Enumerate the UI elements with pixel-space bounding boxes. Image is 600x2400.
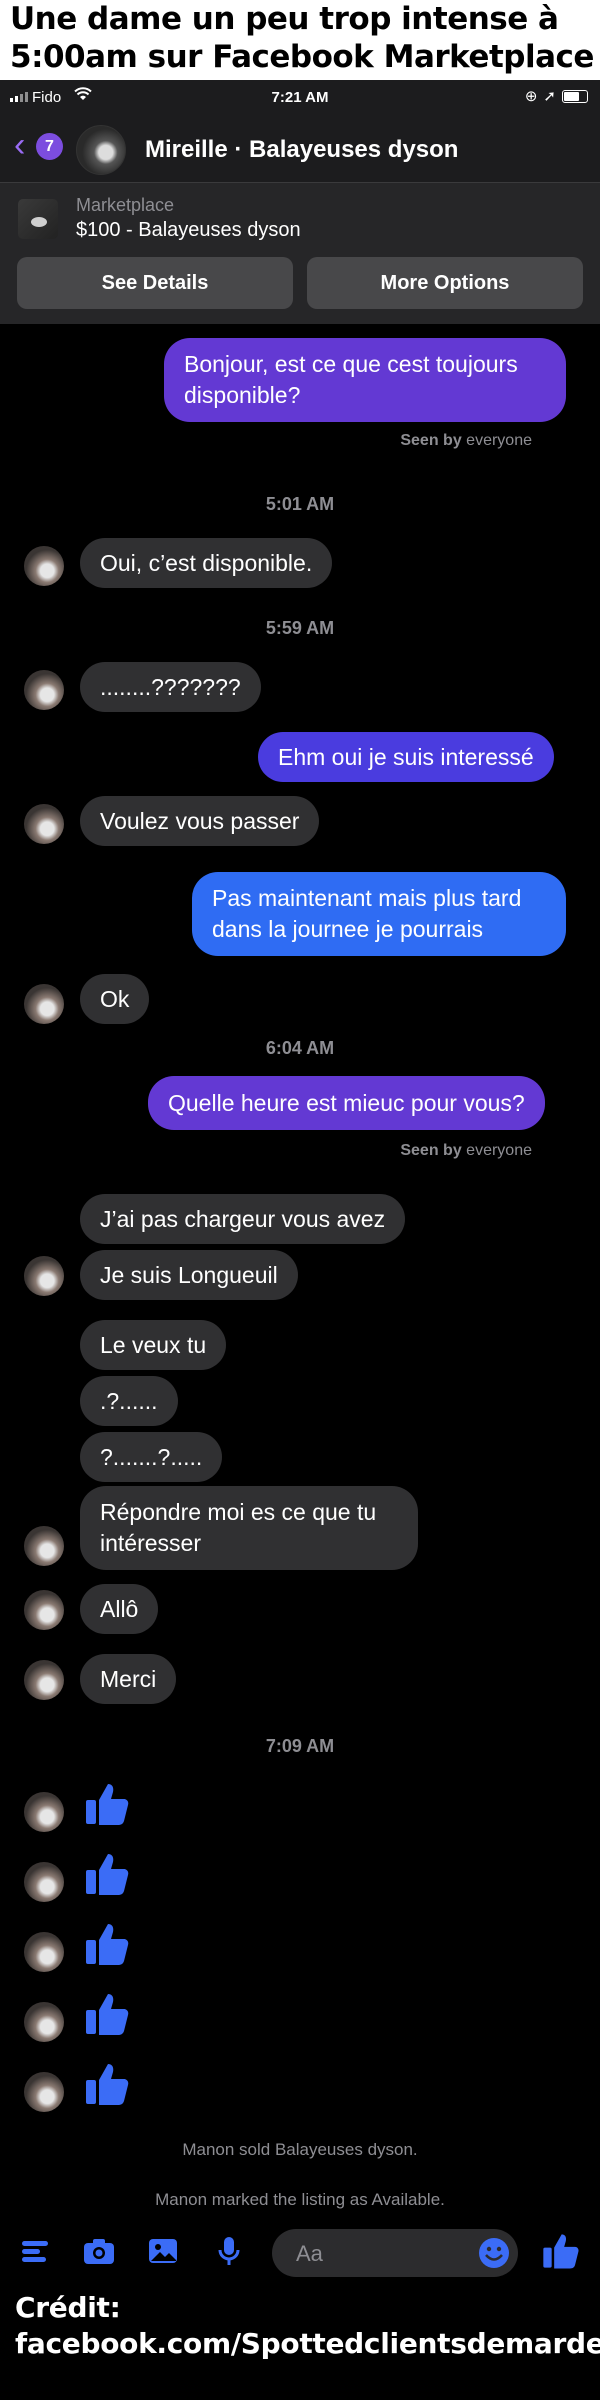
emoji-icon[interactable] — [478, 2237, 510, 2269]
thumbs-up-icon[interactable] — [82, 1850, 130, 1898]
caption-line-1: Une dame un peu trop intense à — [10, 1, 559, 37]
thumbs-up-icon[interactable] — [82, 1780, 130, 1828]
timestamp: 5:59 AM — [265, 618, 335, 638]
contact-avatar-small[interactable] — [24, 1660, 64, 1700]
system-notice-available: Manon marked the listing as Available. — [155, 2190, 445, 2209]
camera-icon[interactable] — [82, 2234, 116, 2268]
message-incoming[interactable]: Voulez vous passer — [80, 796, 320, 846]
microphone-icon[interactable] — [212, 2234, 246, 2268]
message-outgoing[interactable]: Bonjour, est ce que cest toujours dispon… — [164, 338, 566, 422]
contact-avatar[interactable] — [76, 125, 126, 175]
contact-avatar-small[interactable] — [24, 546, 64, 586]
unread-badge[interactable]: 7 — [36, 133, 63, 160]
seen-receipt: Seen by everyone — [400, 432, 532, 449]
credit-caption: Crédit: facebook.com/Spottedclientsdemar… — [0, 2280, 600, 2400]
message-outgoing[interactable]: Quelle heure est mieuc pour vous? — [148, 1076, 545, 1130]
conversation-header: ‹ 7 Mireille · Balayeuses dyson — [0, 116, 600, 182]
thumbs-up-icon[interactable] — [82, 2060, 130, 2108]
credit-label: Crédit: — [15, 2291, 121, 2324]
more-options-button[interactable]: More Options — [307, 257, 583, 309]
contact-avatar-small[interactable] — [24, 1862, 64, 1902]
message-outgoing[interactable]: Pas maintenant mais plus tard dans la jo… — [192, 872, 566, 956]
listing-price-title: $100 - Balayeuses dyson — [76, 219, 301, 241]
system-notice-sold: Manon sold Balayeuses dyson. — [182, 2140, 418, 2159]
contact-avatar-small[interactable] — [24, 2072, 64, 2112]
message-input[interactable]: Aa — [272, 2229, 518, 2277]
contact-avatar-small[interactable] — [24, 1526, 64, 1566]
lock-rotation-icon: ⊕ — [524, 88, 538, 105]
messenger-screen: Fido 7:21 AM ⊕ ➚ ‹ 7 Mireille · Balayeus… — [0, 80, 600, 2280]
contact-avatar-small[interactable] — [24, 1590, 64, 1630]
credit-source: facebook.com/Spottedclientsdemarde — [15, 2327, 600, 2360]
timestamp: 5:01 AM — [265, 494, 335, 514]
location-icon: ➚ — [543, 88, 556, 105]
photo-icon[interactable] — [146, 2234, 180, 2268]
contact-avatar-small[interactable] — [24, 1792, 64, 1832]
timestamp: 6:04 AM — [265, 1038, 335, 1058]
contact-avatar-small[interactable] — [24, 1256, 64, 1296]
message-incoming[interactable]: ?.......?..... — [80, 1432, 223, 1482]
marketplace-listing-card: Marketplace $100 - Balayeuses dyson See … — [0, 182, 600, 324]
conversation-title[interactable]: Mireille · Balayeuses dyson — [145, 136, 458, 164]
contact-avatar-small[interactable] — [24, 804, 64, 844]
status-time: 7:21 AM — [271, 89, 329, 106]
status-bar: Fido 7:21 AM ⊕ ➚ — [0, 80, 600, 116]
contact-avatar-small[interactable] — [24, 1932, 64, 1972]
message-incoming[interactable]: Ok — [80, 974, 150, 1024]
message-incoming[interactable]: Je suis Longueuil — [80, 1250, 298, 1300]
message-incoming[interactable]: Oui, c’est disponible. — [80, 538, 333, 588]
contact-avatar-small[interactable] — [24, 984, 64, 1024]
thumbs-up-icon[interactable] — [82, 1920, 130, 1968]
message-incoming[interactable]: Le veux tu — [80, 1320, 227, 1370]
message-composer: Aa — [0, 2220, 600, 2280]
menu-icon[interactable] — [20, 2234, 54, 2268]
back-chevron-icon[interactable]: ‹ — [14, 128, 25, 162]
message-incoming[interactable]: J’ai pas chargeur vous avez — [80, 1194, 406, 1244]
listing-source: Marketplace — [76, 195, 175, 215]
battery-icon — [562, 89, 588, 103]
message-incoming[interactable]: Répondre moi es ce que tu intéresser — [80, 1486, 418, 1570]
message-incoming[interactable]: Merci — [80, 1654, 177, 1704]
contact-avatar-small[interactable] — [24, 670, 64, 710]
message-incoming[interactable]: ........??????? — [80, 662, 261, 712]
message-input-placeholder: Aa — [296, 2241, 323, 2266]
seen-receipt: Seen by everyone — [400, 1142, 532, 1159]
see-details-button[interactable]: See Details — [17, 257, 293, 309]
contact-avatar-small[interactable] — [24, 2002, 64, 2042]
listing-thumbnail[interactable] — [18, 199, 58, 239]
like-button-icon[interactable] — [540, 2231, 580, 2271]
status-right: ⊕ ➚ — [525, 87, 588, 105]
message-incoming[interactable]: Allô — [80, 1584, 159, 1634]
caption-line-2: 5:00am sur Facebook Marketplace — [10, 39, 594, 75]
message-outgoing[interactable]: Ehm oui je suis interessé — [258, 732, 554, 782]
top-caption: Une dame un peu trop intense à 5:00am su… — [0, 0, 600, 80]
message-incoming[interactable]: .?...... — [80, 1376, 178, 1426]
timestamp: 7:09 AM — [265, 1736, 335, 1756]
thumbs-up-icon[interactable] — [82, 1990, 130, 2038]
